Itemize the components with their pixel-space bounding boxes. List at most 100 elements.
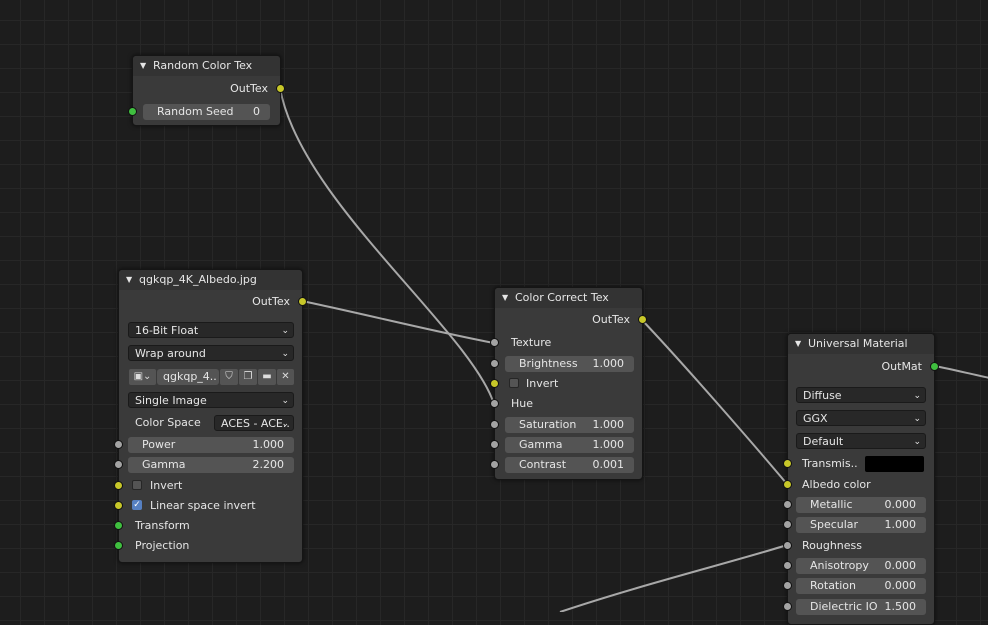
universal-material-node[interactable]: ▼ Universal Material OutMat Diffuse ⌄ GG… [783,333,939,625]
hue-label: Hue [511,397,534,410]
output-row: OutTex [133,79,285,99]
random-seed-label: Random Seed [157,105,234,118]
contrast-socket[interactable] [490,460,499,469]
specular-socket[interactable] [783,520,792,529]
power-socket[interactable] [114,440,123,449]
seed-socket[interactable] [128,107,137,116]
triangle-down-icon[interactable]: ▼ [126,270,132,290]
chevron-down-icon: ⌄ [913,437,921,447]
texture-socket[interactable] [490,338,499,347]
invert-socket[interactable] [490,379,499,388]
anisotropy-row: Anisotropy 0.000 [783,556,934,576]
layer-value: Default [803,435,844,448]
brightness-value: 1.000 [592,357,625,370]
folder-icon[interactable]: ▬ [258,369,276,385]
roughness-socket[interactable] [783,541,792,550]
metallic-value: 0.000 [884,498,917,511]
metallic-socket[interactable] [783,500,792,509]
image-name-value: qgkqp_4.. [163,370,217,383]
transform-socket[interactable] [114,521,123,530]
gamma-field[interactable]: Gamma 1.000 [505,437,634,453]
shield-icon[interactable]: ⛉ [220,369,238,385]
projection-socket[interactable] [114,541,123,550]
saturation-row: Saturation 1.000 [490,415,642,435]
saturation-socket[interactable] [490,420,499,429]
distribution-dropdown[interactable]: GGX ⌄ [796,410,926,426]
node-header[interactable]: ▼ Color Correct Tex [495,288,642,308]
roughness-label: Roughness [802,539,863,552]
node-header[interactable]: ▼ qgkqp_4K_Albedo.jpg [119,270,302,290]
linear-invert-row: ✓ Linear space invert [114,496,302,516]
rotation-socket[interactable] [783,581,792,590]
transmission-color-swatch[interactable] [865,456,924,472]
output-label: OutTex [252,295,290,308]
texture-row: Texture [490,333,642,353]
seed-row: Random Seed 0 [128,102,280,122]
duplicate-icon[interactable]: ❐ [239,369,257,385]
color-space-dropdown[interactable]: ACES - ACE.. ⌄ [214,415,294,431]
output-socket[interactable] [276,84,285,93]
close-icon[interactable]: ✕ [277,369,294,385]
image-texture-node[interactable]: ▼ qgkqp_4K_Albedo.jpg OutTex 16-Bit Floa… [114,269,307,563]
triangle-down-icon[interactable]: ▼ [502,288,508,308]
output-row: OutTex [119,292,307,312]
rotation-value: 0.000 [884,579,917,592]
invert-checkbox[interactable] [509,378,519,388]
chevron-down-icon: ⌄ [281,349,289,359]
hue-row: Hue [490,394,642,414]
invert-row: Invert [490,374,642,394]
image-name-field[interactable]: qgkqp_4.. [157,369,219,385]
link-to-roughness [559,544,788,612]
anisotropy-label: Anisotropy [810,559,869,572]
output-socket[interactable] [298,297,307,306]
bit-depth-value: 16-Bit Float [135,324,199,337]
linear-invert-socket[interactable] [114,501,123,510]
node-header[interactable]: ▼ Random Color Tex [133,56,280,76]
dielectric-ior-field[interactable]: Dielectric IO 1.500 [796,599,926,615]
gamma-socket[interactable] [114,460,123,469]
brdf-value: Diffuse [803,389,842,402]
brightness-field[interactable]: Brightness 1.000 [505,356,634,372]
transmission-socket[interactable] [783,459,792,468]
link-colorcorrect-to-albedo [641,319,788,485]
triangle-down-icon[interactable]: ▼ [140,56,146,76]
brightness-socket[interactable] [490,359,499,368]
invert-row: Invert [114,476,302,496]
invert-checkbox[interactable] [132,480,142,490]
hue-socket[interactable] [490,399,499,408]
wrap-mode-dropdown[interactable]: Wrap around ⌄ [128,345,294,361]
metallic-field[interactable]: Metallic 0.000 [796,497,926,513]
rotation-field[interactable]: Rotation 0.000 [796,578,926,594]
brdf-dropdown[interactable]: Diffuse ⌄ [796,387,926,403]
color-correct-tex-node[interactable]: ▼ Color Correct Tex OutTex Texture Brigh… [490,287,647,480]
gamma-field[interactable]: Gamma 2.200 [128,457,294,473]
random-seed-field[interactable]: Random Seed 0 [143,104,270,120]
output-row: OutMat [788,357,939,377]
image-source-dropdown[interactable]: Single Image ⌄ [128,392,294,408]
chevron-down-icon: ⌄ [281,396,289,406]
bit-depth-dropdown[interactable]: 16-Bit Float ⌄ [128,322,294,338]
specular-field[interactable]: Specular 1.000 [796,517,926,533]
power-field[interactable]: Power 1.000 [128,437,294,453]
random-seed-value: 0 [253,105,260,118]
random-color-tex-node[interactable]: ▼ Random Color Tex OutTex Random Seed 0 [128,55,285,126]
node-header[interactable]: ▼ Universal Material [788,334,934,354]
image-icon[interactable]: ▣⌄ [129,369,156,385]
contrast-field[interactable]: Contrast 0.001 [505,457,634,473]
output-socket[interactable] [930,362,939,371]
linear-invert-label: Linear space invert [150,499,256,512]
triangle-down-icon[interactable]: ▼ [795,334,801,354]
anisotropy-socket[interactable] [783,561,792,570]
output-socket[interactable] [638,315,647,324]
dielectric-ior-label: Dielectric IO [810,600,878,613]
layer-dropdown[interactable]: Default ⌄ [796,433,926,449]
gamma-socket[interactable] [490,440,499,449]
contrast-label: Contrast [519,458,567,471]
linear-invert-checkbox[interactable]: ✓ [132,500,142,510]
anisotropy-field[interactable]: Anisotropy 0.000 [796,558,926,574]
saturation-field[interactable]: Saturation 1.000 [505,417,634,433]
dielectric-socket[interactable] [783,602,792,611]
invert-socket[interactable] [114,481,123,490]
gamma-row: Gamma 2.200 [114,455,302,475]
albedo-socket[interactable] [783,480,792,489]
